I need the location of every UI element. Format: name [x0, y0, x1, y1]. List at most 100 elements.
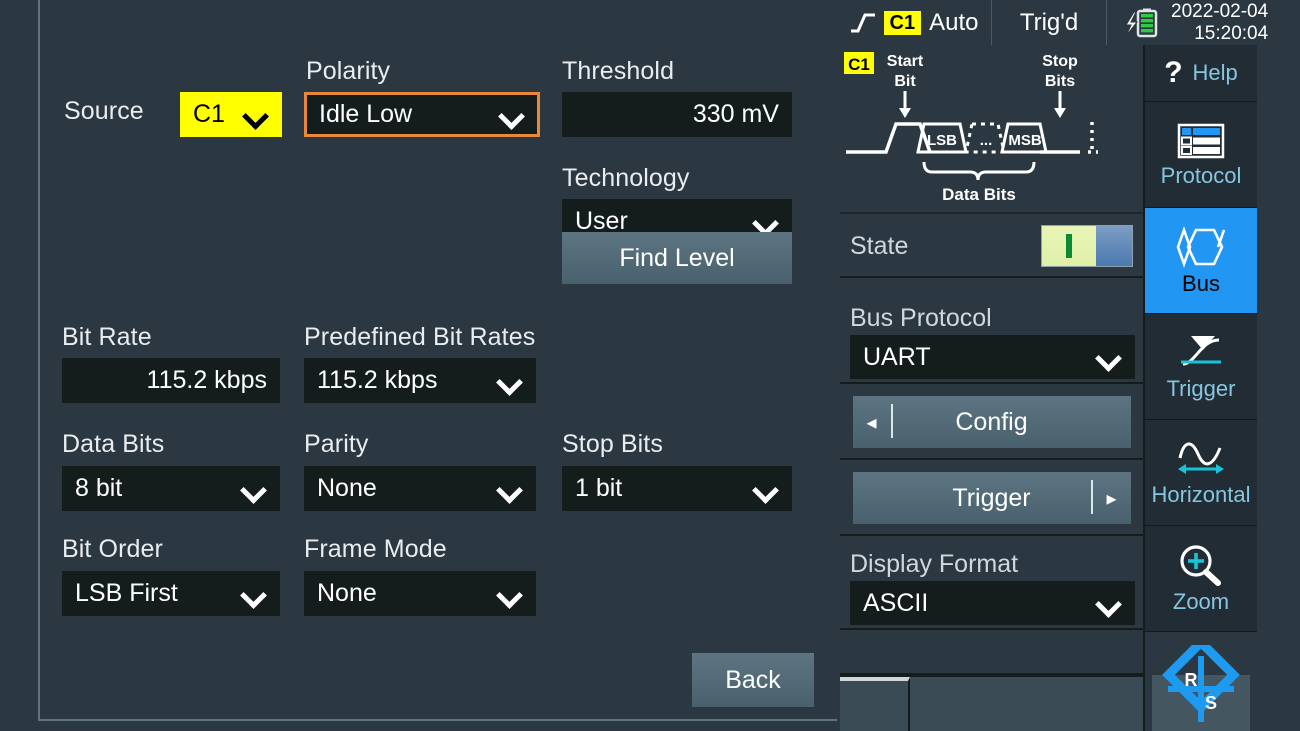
- polarity-label-wrap: Polarity: [306, 56, 390, 86]
- back-label: Back: [725, 666, 781, 695]
- empty-row: [840, 632, 1143, 675]
- data-bits-label: Data Bits: [62, 430, 164, 458]
- frame-mode-value: None: [317, 579, 377, 608]
- oscilloscope-screen: Source C1 Polarity Idle Low Threshold 33…: [0, 0, 1300, 731]
- stop-bits-value: 1 bit: [575, 474, 622, 503]
- bus-protocol-select[interactable]: UART: [850, 335, 1135, 379]
- threshold-input[interactable]: 330 mV: [562, 92, 792, 137]
- svg-text:...: ...: [980, 132, 993, 149]
- sidebar-item-zoom[interactable]: Zoom: [1145, 526, 1257, 632]
- right-menu: ? Help Protocol Bu: [1145, 45, 1257, 632]
- horizontal-waveform-icon: [1174, 438, 1228, 480]
- sidebar-item-trigger[interactable]: Trigger: [1145, 314, 1257, 420]
- bit-order-select[interactable]: LSB First: [62, 571, 280, 616]
- svg-text:Data Bits: Data Bits: [942, 185, 1016, 204]
- sidebar-item-protocol-label: Protocol: [1161, 163, 1242, 189]
- stop-bits-select[interactable]: 1 bit: [562, 466, 792, 511]
- chevron-down-icon: [243, 102, 269, 128]
- data-bits-select[interactable]: 8 bit: [62, 466, 280, 511]
- protocol-list-icon: [1176, 121, 1226, 161]
- trigger-state-label: Trig'd: [1020, 9, 1078, 37]
- bit-order-value: LSB First: [75, 579, 178, 608]
- uart-frame-svg: C1 Start Bit Stop Bits LSB ... MSB Data …: [840, 46, 1143, 214]
- bit-rate-value: 115.2 kbps: [147, 366, 267, 395]
- back-button[interactable]: Back: [692, 653, 814, 707]
- display-format-select[interactable]: ASCII: [850, 581, 1135, 625]
- config-divider: [891, 404, 893, 438]
- state-row[interactable]: State: [840, 216, 1143, 278]
- help-button[interactable]: ? Help: [1145, 45, 1257, 102]
- threshold-label-wrap: Threshold: [562, 56, 674, 86]
- state-toggle-on: [1042, 226, 1096, 266]
- zoom-magnifier-icon: [1176, 543, 1226, 587]
- trigger-state-cell[interactable]: Trig'd: [992, 0, 1107, 45]
- acquisition-cell[interactable]: C1 Auto: [837, 0, 992, 45]
- state-toggle[interactable]: [1041, 225, 1133, 267]
- state-toggle-off: [1096, 226, 1132, 266]
- svg-text:MSB: MSB: [1008, 132, 1042, 149]
- bit-order-label: Bit Order: [62, 535, 163, 563]
- svg-text:Bit: Bit: [894, 73, 916, 90]
- uart-bus-config-dialog: Source C1 Polarity Idle Low Threshold 33…: [38, 0, 837, 721]
- chevron-down-icon: [241, 581, 267, 607]
- predefined-bit-rates-value: 115.2 kbps: [317, 366, 437, 395]
- trigger-row: Trigger ▸: [840, 462, 1143, 536]
- frame-mode-label: Frame Mode: [304, 535, 447, 563]
- config-button[interactable]: ◂ Config: [853, 396, 1131, 448]
- source-select[interactable]: C1: [180, 92, 282, 137]
- bus-eye-icon: [1174, 225, 1228, 269]
- rohde-schwarz-logo-icon[interactable]: R S: [1152, 645, 1250, 731]
- data-bits-label-wrap: Data Bits: [62, 429, 164, 459]
- state-label: State: [850, 232, 908, 261]
- svg-text:R: R: [1185, 670, 1198, 690]
- parity-select[interactable]: None: [304, 466, 536, 511]
- sidebar-item-zoom-label: Zoom: [1173, 589, 1229, 615]
- help-label: Help: [1193, 60, 1238, 86]
- predefined-bit-rates-label-wrap: Predefined Bit Rates: [304, 322, 535, 352]
- predefined-bit-rates-label: Predefined Bit Rates: [304, 323, 535, 351]
- trigger-right-arrow-icon: ▸: [1106, 486, 1116, 511]
- bit-rate-label: Bit Rate: [62, 323, 152, 351]
- sidebar-item-horizontal[interactable]: Horizontal: [1145, 420, 1257, 526]
- display-format-row: Display Format ASCII: [840, 546, 1143, 630]
- polarity-select[interactable]: Idle Low: [304, 92, 540, 137]
- find-level-button[interactable]: Find Level: [562, 232, 792, 284]
- source-value: C1: [193, 100, 225, 129]
- sidebar-item-horizontal-label: Horizontal: [1151, 482, 1250, 508]
- power-and-clock-cell[interactable]: 2022-02-04 15:20:04: [1107, 0, 1300, 45]
- polarity-value: Idle Low: [319, 100, 412, 129]
- trigger-button[interactable]: Trigger ▸: [853, 472, 1131, 524]
- display-format-label: Display Format: [840, 546, 1143, 579]
- polarity-label: Polarity: [306, 57, 390, 85]
- bottom-active-tab[interactable]: [840, 677, 910, 731]
- sidebar-item-bus[interactable]: Bus: [1145, 208, 1257, 314]
- bit-rate-label-wrap: Bit Rate: [62, 322, 152, 352]
- stop-bits-label-wrap: Stop Bits: [562, 429, 663, 459]
- bottom-tab-strip: [840, 675, 1143, 731]
- time-label: 15:20:04: [1171, 23, 1268, 45]
- question-mark-icon: ?: [1164, 56, 1182, 90]
- chevron-down-icon: [753, 209, 779, 235]
- sidebar-item-bus-label: Bus: [1182, 271, 1220, 297]
- bus-protocol-row: Bus Protocol UART: [840, 300, 1143, 384]
- technology-label-wrap: Technology: [562, 163, 689, 193]
- chevron-down-icon: [241, 476, 267, 502]
- chevron-down-icon: [1096, 344, 1122, 370]
- source-field: Source: [64, 96, 144, 126]
- find-level-label: Find Level: [619, 244, 734, 273]
- svg-text:C1: C1: [848, 55, 870, 74]
- channel-badge: C1: [884, 11, 922, 35]
- stop-bits-label: Stop Bits: [562, 430, 663, 458]
- status-bar: C1 Auto Trig'd 2022-02-04 15:20:04: [837, 0, 1300, 45]
- predefined-bit-rates-select[interactable]: 115.2 kbps: [304, 358, 536, 403]
- sidebar-item-trigger-label: Trigger: [1167, 376, 1236, 402]
- sidebar-item-protocol[interactable]: Protocol: [1145, 102, 1257, 208]
- frame-mode-label-wrap: Frame Mode: [304, 534, 447, 564]
- bit-rate-input[interactable]: 115.2 kbps: [62, 358, 280, 403]
- chevron-down-icon: [1096, 590, 1122, 616]
- bus-protocol-label: Bus Protocol: [840, 300, 1143, 333]
- battery-charging-icon: [1121, 7, 1161, 39]
- threshold-label: Threshold: [562, 57, 674, 85]
- svg-text:LSB: LSB: [927, 132, 957, 149]
- frame-mode-select[interactable]: None: [304, 571, 536, 616]
